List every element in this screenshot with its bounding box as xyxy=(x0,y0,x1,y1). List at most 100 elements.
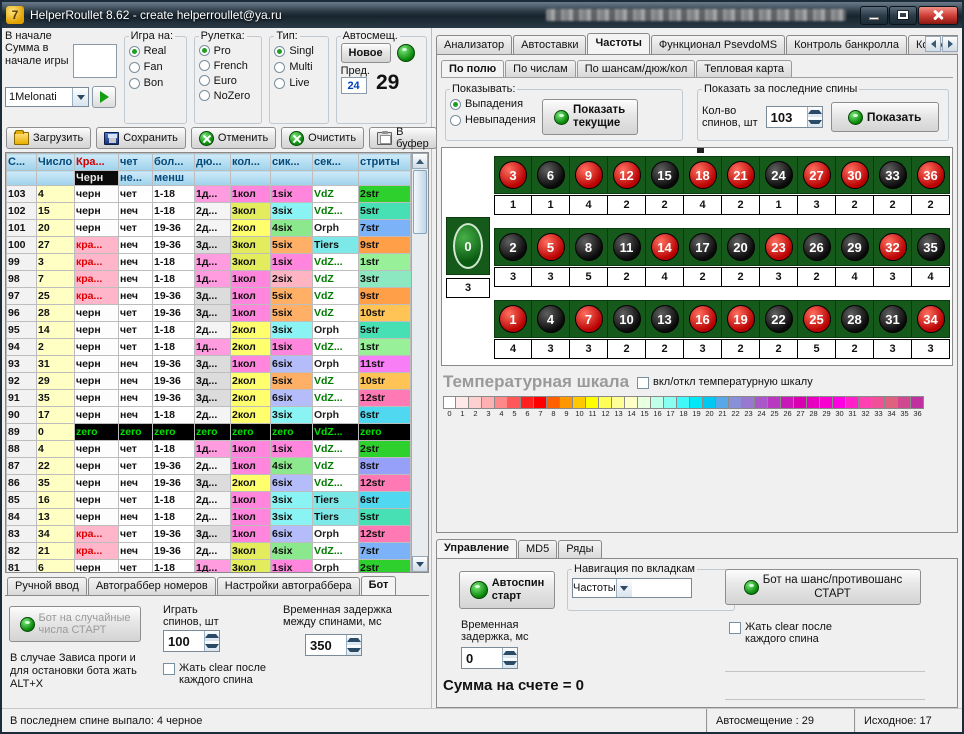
field-number-cell[interactable]: 34 xyxy=(912,300,950,338)
spin-up-icon[interactable] xyxy=(808,107,822,117)
field-number-cell[interactable]: 2 xyxy=(494,228,532,266)
table-row[interactable]: 10215черннеч1-182д...3кол3sixVdZ...5str xyxy=(7,203,411,220)
control-delay-stepper[interactable]: 0 xyxy=(461,647,518,669)
table-row[interactable]: 8635черннеч19-363д...2кол6sixVdZ...12str xyxy=(7,475,411,492)
tab-manual-input[interactable]: Ручной ввод xyxy=(7,577,87,595)
table-row[interactable]: 9725кра...неч19-363д...1кол5sixVdZ9str xyxy=(7,288,411,305)
table-scrollbar[interactable] xyxy=(411,153,428,572)
tab-control[interactable]: Управление xyxy=(436,539,517,558)
radio-nozero[interactable]: NoZero xyxy=(199,88,258,103)
random-bot-start-button[interactable]: Бот на случайные числа СТАРТ xyxy=(9,606,141,642)
tab-autograbber[interactable]: Автограббер номеров xyxy=(88,577,216,595)
col-header[interactable]: дю... xyxy=(195,154,231,171)
field-number-cell[interactable]: 11 xyxy=(608,228,646,266)
radio-fan[interactable]: Fan xyxy=(129,59,182,75)
undo-button[interactable]: Отменить xyxy=(191,127,276,149)
table-row[interactable]: 884чернчет1-181д...1кол1sixVdZ...2str xyxy=(7,441,411,458)
chevron-down-icon[interactable] xyxy=(72,88,88,106)
field-number-cell[interactable]: 5 xyxy=(532,228,570,266)
tab-scroll-right-icon[interactable] xyxy=(942,36,958,52)
field-number-cell[interactable]: 20 xyxy=(722,228,760,266)
field-number-cell[interactable]: 18 xyxy=(684,156,722,194)
table-row[interactable]: 10027кра...неч19-363д...3кол5sixTiers9st… xyxy=(7,237,411,254)
autoshift-ball-icon[interactable] xyxy=(397,44,415,62)
show-button[interactable]: Показать xyxy=(831,102,939,132)
control-delay-value[interactable]: 0 xyxy=(462,648,502,668)
field-number-cell[interactable]: 29 xyxy=(836,228,874,266)
field-number-cell[interactable]: 7 xyxy=(570,300,608,338)
field-number-cell[interactable]: 14 xyxy=(646,228,684,266)
radio-real[interactable]: Real xyxy=(129,43,182,59)
bot-delay-stepper[interactable]: 350 xyxy=(305,634,362,656)
field-number-cell[interactable]: 21 xyxy=(722,156,760,194)
field-number-cell[interactable]: 36 xyxy=(912,156,950,194)
field-number-cell[interactable]: 12 xyxy=(608,156,646,194)
new-button[interactable]: Новое xyxy=(341,43,391,63)
field-number-cell[interactable]: 15 xyxy=(646,156,684,194)
spin-up-icon[interactable] xyxy=(347,635,361,645)
sum-input[interactable] xyxy=(73,44,117,78)
table-row[interactable]: 987кра...неч1-181д...1кол2sixVdZ3str xyxy=(7,271,411,288)
nav-dropdown[interactable]: Частоты xyxy=(572,578,692,598)
col-header[interactable]: бол... xyxy=(153,154,195,171)
tab-by-field[interactable]: По полю xyxy=(441,60,504,77)
tab-bankroll[interactable]: Контроль банкролла xyxy=(786,35,907,54)
field-number-cell[interactable]: 24 xyxy=(760,156,798,194)
field-number-cell[interactable]: 35 xyxy=(912,228,950,266)
bot-delay-value[interactable]: 350 xyxy=(306,635,346,655)
spins-value[interactable]: 100 xyxy=(164,631,204,651)
field-number-cell[interactable]: 6 xyxy=(532,156,570,194)
temp-scale-checkbox[interactable]: вкл/откл температурную шкалу xyxy=(637,376,813,389)
table-row[interactable]: 9628чернчет19-363д...1кол5sixVdZ10str xyxy=(7,305,411,322)
bot-clear-checkbox[interactable]: Жать clear после каждого спина xyxy=(163,662,266,686)
field-number-cell[interactable]: 4 xyxy=(532,300,570,338)
col-header[interactable]: сек... xyxy=(313,154,359,171)
table-row[interactable]: 9331черннеч19-363д...1кол6sixOrph11str xyxy=(7,356,411,373)
field-number-cell[interactable]: 3 xyxy=(494,156,532,194)
table-row[interactable]: 8334кра...чет19-363д...1кол6sixOrph12str xyxy=(7,526,411,543)
scroll-up-icon[interactable] xyxy=(412,153,428,169)
table-row[interactable]: 8221кра...неч19-362д...3кол4sixVdZ...7st… xyxy=(7,543,411,560)
tab-analyzer[interactable]: Анализатор xyxy=(436,35,512,54)
table-row[interactable]: 8722чернчет19-362д...1кол4sixVdZ8str xyxy=(7,458,411,475)
spin-down-icon[interactable] xyxy=(347,645,361,655)
field-number-cell[interactable]: 28 xyxy=(836,300,874,338)
count-stepper[interactable]: 103 xyxy=(766,106,823,128)
play-button[interactable] xyxy=(92,86,116,108)
spin-up-icon[interactable] xyxy=(205,631,219,641)
field-number-cell[interactable]: 16 xyxy=(684,300,722,338)
tab-by-chances[interactable]: По шансам/дюж/кол xyxy=(577,60,696,77)
radio-french[interactable]: French xyxy=(199,58,258,73)
chevron-down-icon[interactable] xyxy=(616,579,632,597)
table-row[interactable]: 9514чернчет1-182д...2кол3sixOrph5str xyxy=(7,322,411,339)
table-row[interactable]: 9135черннеч19-363д...2кол6sixVdZ...12str xyxy=(7,390,411,407)
table-row[interactable]: 10120чернчет19-362д...2кол4sixOrph7str xyxy=(7,220,411,237)
field-number-cell[interactable]: 27 xyxy=(798,156,836,194)
spin-down-icon[interactable] xyxy=(808,117,822,127)
field-number-cell[interactable]: 26 xyxy=(798,228,836,266)
radio-misses[interactable]: Невыпадения xyxy=(450,112,536,128)
scroll-down-icon[interactable] xyxy=(412,556,428,572)
spins-stepper[interactable]: 100 xyxy=(163,630,220,652)
load-button[interactable]: Загрузить xyxy=(6,127,91,149)
col-header[interactable]: кол... xyxy=(231,154,271,171)
table-row[interactable]: 890zerozerozerozerozerozeroVdZ...zero xyxy=(7,424,411,441)
autospin-start-button[interactable]: Автоспин старт xyxy=(459,571,555,609)
radio-bon[interactable]: Bon xyxy=(129,75,182,91)
radio-multi[interactable]: Multi xyxy=(274,59,323,75)
chance-bot-start-button[interactable]: Бот на шанс/противошанс СТАРТ xyxy=(725,569,921,605)
radio-euro[interactable]: Euro xyxy=(199,73,258,88)
close-button[interactable] xyxy=(918,6,958,25)
field-number-cell[interactable]: 13 xyxy=(646,300,684,338)
tab-pseudoms[interactable]: Функционал PsevdoMS xyxy=(651,35,785,54)
table-row[interactable]: 1034чернчет1-181д...1кол1sixVdZ2str xyxy=(7,186,411,203)
profile-dropdown[interactable]: 1Melonati xyxy=(5,87,89,107)
scroll-track[interactable] xyxy=(412,235,428,556)
radio-pro[interactable]: Pro xyxy=(199,43,258,58)
control-clear-checkbox[interactable]: Жать clear после каждого спина xyxy=(729,621,832,645)
save-button[interactable]: Сохранить xyxy=(96,127,186,149)
tab-frequencies[interactable]: Частоты xyxy=(587,33,649,54)
field-zero-cell[interactable]: 0 xyxy=(446,217,490,275)
tab-rows[interactable]: Ряды xyxy=(558,540,601,558)
table-row[interactable]: 816чернчет1-181д...3кол1sixOrph2str xyxy=(7,560,411,574)
